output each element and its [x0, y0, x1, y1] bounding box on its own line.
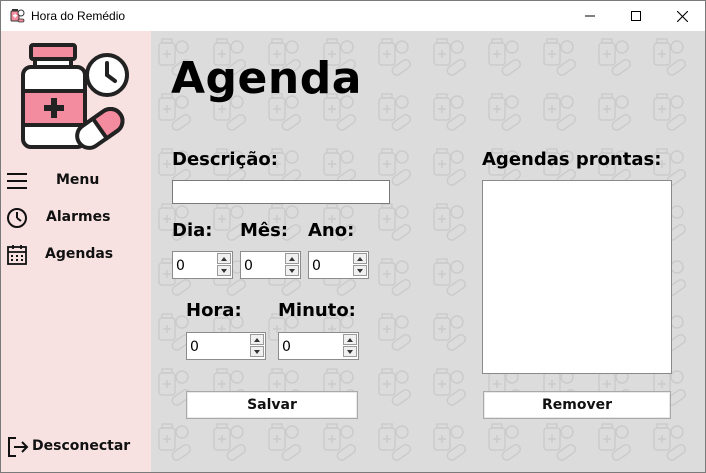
day-label: Dia: — [172, 220, 213, 241]
sidebar-item-label: Menu — [56, 172, 100, 188]
minimize-button[interactable] — [567, 1, 613, 31]
app-icon — [10, 9, 25, 23]
minute-label: Minuto: — [278, 300, 356, 321]
day-value: 0 — [176, 258, 185, 274]
minimize-icon — [585, 15, 595, 17]
calendar-icon — [7, 245, 27, 265]
arrow-down-icon — [254, 349, 260, 354]
sidebar-item-label: Agendas — [45, 246, 114, 262]
month-label: Mês: — [240, 220, 289, 241]
arrow-up-icon — [357, 256, 363, 261]
hour-label: Hora: — [186, 300, 242, 321]
close-button[interactable] — [659, 1, 705, 31]
year-increment-button[interactable] — [353, 253, 367, 264]
clock-icon — [7, 208, 27, 228]
month-increment-button[interactable] — [285, 253, 299, 264]
day-decrement-button[interactable] — [217, 265, 231, 276]
arrow-up-icon — [289, 256, 295, 261]
ready-schedules-list[interactable] — [482, 180, 672, 374]
remove-button[interactable]: Remover — [483, 391, 671, 419]
arrow-down-icon — [347, 349, 353, 354]
year-spinbox[interactable]: 0 — [308, 251, 369, 279]
year-label: Ano: — [308, 220, 355, 241]
medicine-clock-logo — [21, 43, 129, 150]
hour-increment-button[interactable] — [250, 334, 264, 345]
arrow-up-icon — [347, 337, 353, 342]
arrow-up-icon — [254, 337, 260, 342]
sidebar-item-label: Alarmes — [46, 209, 111, 225]
hour-value: 0 — [190, 339, 199, 355]
year-value: 0 — [312, 258, 321, 274]
hour-decrement-button[interactable] — [250, 346, 264, 357]
page-title: Agenda — [171, 53, 362, 104]
sidebar: Menu Alarmes Agendas Desconectar — [1, 31, 151, 472]
arrow-down-icon — [357, 268, 363, 273]
maximize-icon — [631, 11, 641, 21]
year-decrement-button[interactable] — [353, 265, 367, 276]
title-bar[interactable]: Hora do Remédio — [1, 1, 705, 31]
logout-label: Desconectar — [32, 438, 131, 454]
close-icon — [676, 10, 688, 22]
month-decrement-button[interactable] — [285, 265, 299, 276]
maximize-button[interactable] — [613, 1, 659, 31]
logout-icon — [8, 437, 29, 457]
window-title: Hora do Remédio — [31, 9, 126, 23]
sidebar-item-menu[interactable]: Menu — [1, 167, 151, 195]
month-value: 0 — [244, 258, 253, 274]
app-window: Hora do Remédio Menu Alarmes Agendas Des… — [0, 0, 706, 473]
day-spinbox[interactable]: 0 — [172, 251, 233, 279]
minute-increment-button[interactable] — [343, 334, 357, 345]
arrow-down-icon — [289, 268, 295, 273]
ready-schedules-label: Agendas prontas: — [482, 149, 662, 170]
logout-button[interactable]: Desconectar — [1, 433, 151, 461]
arrow-down-icon — [221, 268, 227, 273]
minute-value: 0 — [282, 339, 291, 355]
sidebar-item-alarmes[interactable]: Alarmes — [1, 204, 151, 232]
main-panel: Agenda Descrição: Dia: 0 Mês: 0 Ano: 0 H… — [151, 31, 705, 472]
sidebar-item-agendas[interactable]: Agendas — [1, 241, 151, 269]
minute-spinbox[interactable]: 0 — [278, 332, 359, 360]
hamburger-icon — [7, 173, 27, 189]
description-input[interactable] — [172, 180, 390, 204]
arrow-up-icon — [221, 256, 227, 261]
hour-spinbox[interactable]: 0 — [186, 332, 266, 360]
day-increment-button[interactable] — [217, 253, 231, 264]
minute-decrement-button[interactable] — [343, 346, 357, 357]
save-button[interactable]: Salvar — [186, 391, 358, 419]
month-spinbox[interactable]: 0 — [240, 251, 301, 279]
description-label: Descrição: — [172, 149, 278, 170]
